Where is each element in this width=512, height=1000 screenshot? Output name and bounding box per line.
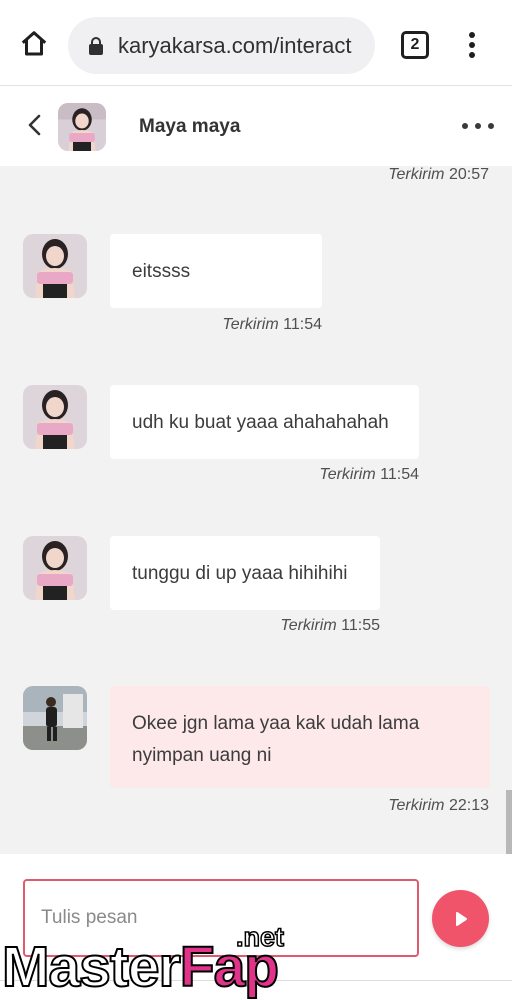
divider bbox=[0, 980, 512, 981]
sender-avatar[interactable] bbox=[23, 234, 87, 298]
message-bubble[interactable]: udh ku buat yaaa ahahahahah bbox=[110, 385, 419, 459]
lock-icon bbox=[89, 36, 103, 55]
message-input[interactable] bbox=[23, 879, 419, 957]
home-button[interactable] bbox=[14, 24, 54, 64]
person-photo-icon bbox=[23, 385, 87, 449]
message-timestamp: Terkirim 11:54 bbox=[222, 316, 322, 333]
my-message-bubble[interactable]: Okee jgn lama yaa kak udah lama nyimpan … bbox=[110, 686, 490, 788]
message-text: udh ku buat yaaa ahahahahah bbox=[132, 412, 389, 433]
address-bar[interactable]: karyakarsa.com/interact bbox=[68, 17, 375, 74]
contact-name: Maya maya bbox=[139, 116, 241, 137]
chevron-left-icon bbox=[28, 114, 41, 136]
sender-avatar[interactable] bbox=[23, 536, 87, 600]
scrollbar[interactable] bbox=[506, 790, 512, 854]
my-avatar[interactable] bbox=[23, 686, 87, 750]
message-bubble[interactable]: tunggu di up yaaa hihihihi bbox=[110, 536, 380, 610]
person-photo-icon bbox=[23, 686, 87, 750]
more-vertical-icon bbox=[469, 32, 475, 38]
message-bubble[interactable]: eitssss bbox=[110, 234, 322, 308]
chat-options-button[interactable] bbox=[462, 123, 494, 131]
send-button[interactable] bbox=[432, 890, 489, 947]
url-text: karyakarsa.com/interact bbox=[118, 32, 352, 58]
home-icon bbox=[21, 31, 47, 56]
send-icon bbox=[455, 911, 467, 926]
sender-avatar[interactable] bbox=[23, 385, 87, 449]
composer bbox=[0, 854, 512, 1000]
more-horizontal-icon bbox=[462, 123, 468, 129]
message-list[interactable]: Terkirim 20:57 eitssss Terkirim 11:54 ud… bbox=[0, 166, 512, 854]
person-photo-icon bbox=[23, 536, 87, 600]
contact-avatar[interactable] bbox=[58, 103, 106, 151]
message-timestamp: Terkirim 20:57 bbox=[388, 166, 489, 183]
message-timestamp: Terkirim 22:13 bbox=[388, 797, 489, 814]
message-text: tunggu di up yaaa hihihihi bbox=[132, 563, 348, 584]
person-photo-icon bbox=[23, 234, 87, 298]
message-timestamp: Terkirim 11:54 bbox=[319, 466, 419, 483]
back-button[interactable] bbox=[20, 110, 50, 140]
message-timestamp: Terkirim 11:55 bbox=[280, 617, 380, 634]
chat-header: Maya maya bbox=[0, 86, 512, 166]
message-text: Okee jgn lama yaa kak udah lama nyimpan … bbox=[132, 713, 420, 766]
browser-menu-button[interactable] bbox=[458, 28, 486, 62]
message-text: eitssss bbox=[132, 261, 191, 282]
browser-toolbar: karyakarsa.com/interact 2 bbox=[0, 0, 512, 86]
tab-switcher-button[interactable]: 2 bbox=[401, 31, 429, 59]
person-photo-icon bbox=[58, 103, 106, 151]
